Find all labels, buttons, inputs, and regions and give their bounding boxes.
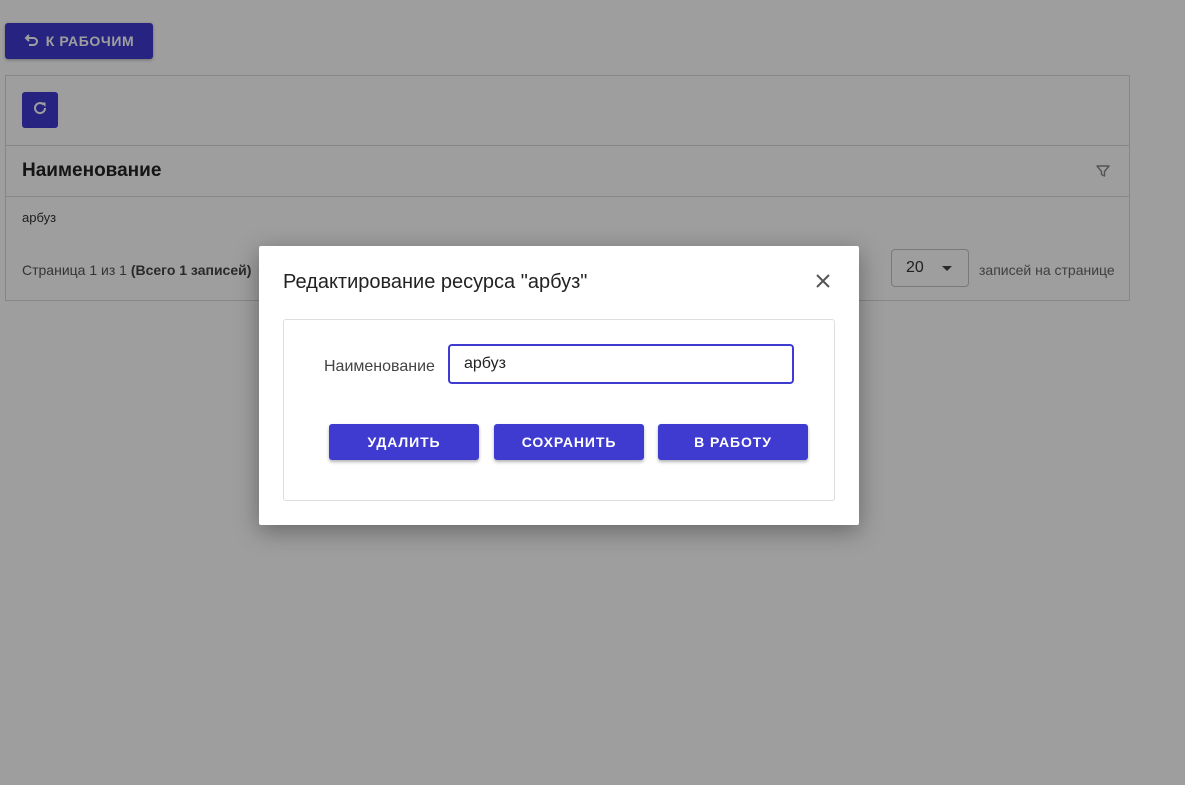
- to-work-button[interactable]: В РАБОТУ: [658, 424, 808, 460]
- delete-button[interactable]: УДАЛИТЬ: [329, 424, 479, 460]
- edit-form: Наименование УДАЛИТЬ СОХРАНИТЬ В РАБОТУ: [283, 319, 835, 501]
- save-button-label: СОХРАНИТЬ: [521, 434, 617, 450]
- close-icon: [814, 272, 832, 295]
- name-input[interactable]: [448, 344, 794, 384]
- dialog-title: Редактирование ресурса "арбуз": [283, 271, 588, 293]
- close-dialog-button[interactable]: [813, 273, 833, 293]
- delete-button-label: УДАЛИТЬ: [367, 434, 441, 450]
- edit-resource-dialog: Редактирование ресурса "арбуз" Наименова…: [259, 246, 859, 525]
- to-work-button-label: В РАБОТУ: [694, 434, 772, 450]
- name-field-label: Наименование: [324, 358, 435, 375]
- page: К РАБОЧИМ Наименование арбуз Страница 1 …: [0, 0, 1185, 785]
- save-button[interactable]: СОХРАНИТЬ: [494, 424, 644, 460]
